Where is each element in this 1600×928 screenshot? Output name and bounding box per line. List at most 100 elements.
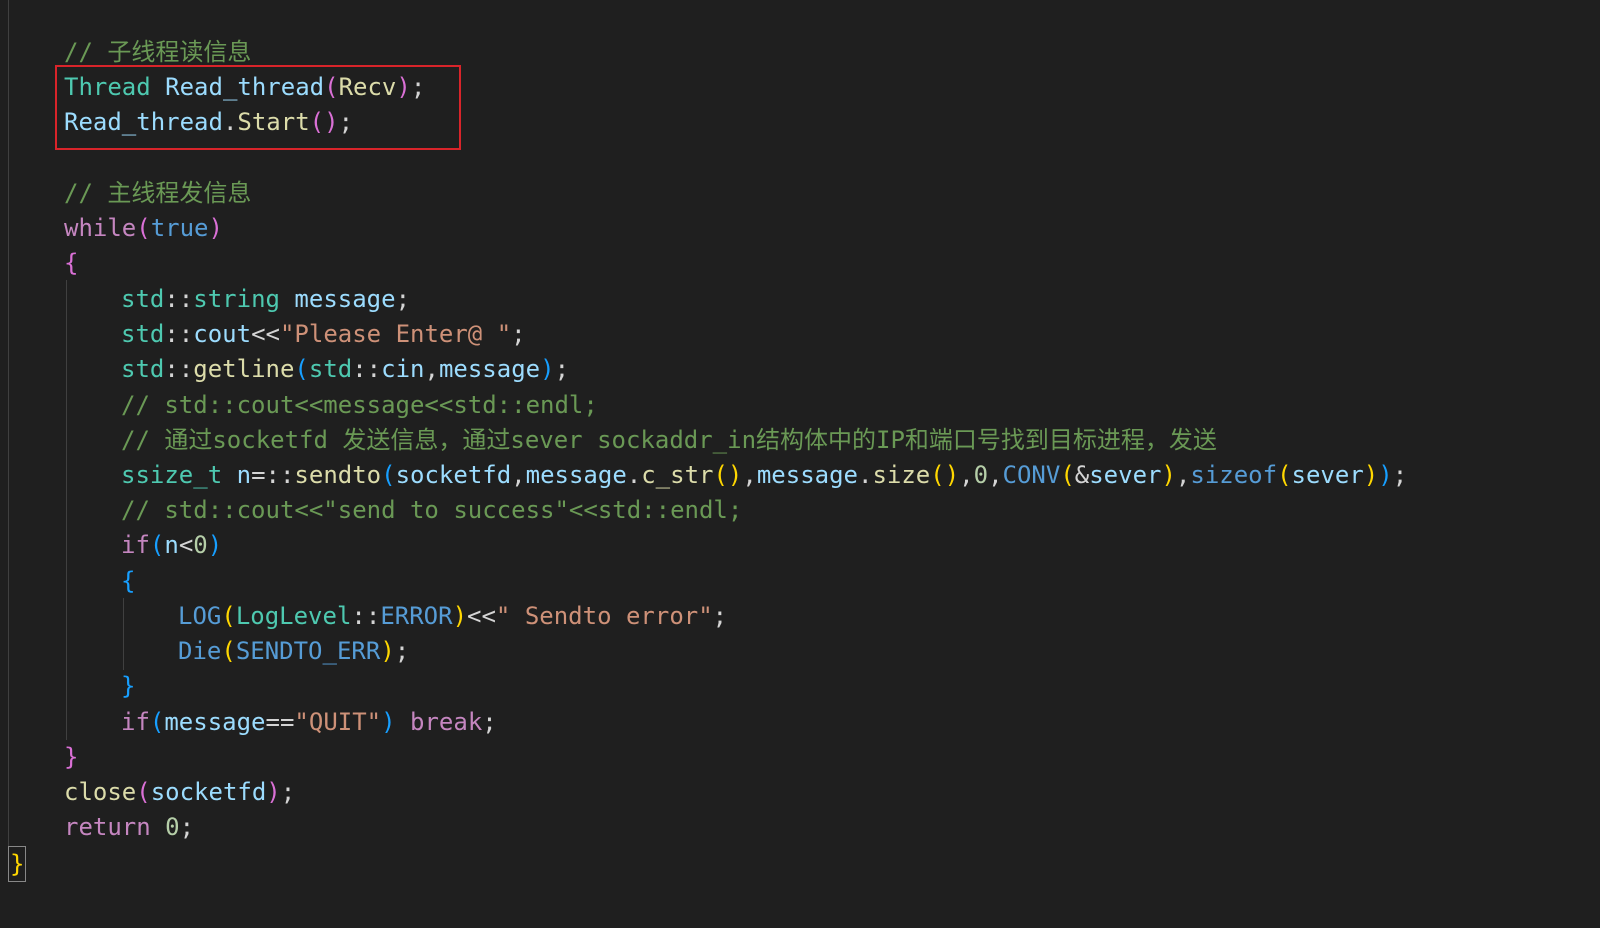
code-token: sever	[1291, 461, 1364, 489]
code-token: socketfd	[150, 778, 267, 806]
code-token: ;	[511, 320, 526, 348]
code-token: )	[1161, 461, 1176, 489]
code-token: CONV	[1002, 461, 1061, 489]
code-token: )	[380, 637, 395, 665]
code-line[interactable]: // std::cout<<message<<std::endl;	[121, 387, 598, 423]
code-token: while	[64, 214, 137, 242]
code-token: ,	[742, 461, 757, 489]
code-token: string	[193, 285, 280, 313]
code-token: (	[294, 355, 309, 383]
code-token: )	[207, 531, 223, 559]
code-token: // std::cout<<message<<std::endl;	[121, 391, 598, 419]
code-line[interactable]: close(socketfd);	[64, 774, 295, 810]
code-token: ::	[351, 602, 381, 630]
code-editor[interactable]: // 子线程读信息 Thread Read_thread(Recv); Read_t…	[0, 0, 1600, 928]
code-token: (	[221, 602, 236, 630]
code-line[interactable]: ssize_t n=::sendto(socketfd,message.c_st…	[121, 457, 1407, 493]
code-token: ERROR	[380, 602, 453, 630]
function-closing-brace[interactable]: }	[8, 846, 27, 882]
code-token: size	[872, 461, 931, 489]
code-token: 0	[973, 461, 989, 489]
highlight-annotation-box	[55, 65, 461, 150]
code-line[interactable]: return 0;	[64, 809, 194, 845]
code-token: ;	[395, 285, 411, 313]
code-line[interactable]: LOG(LogLevel::ERROR)<<" Sendto error";	[178, 598, 727, 634]
code-line[interactable]: }	[121, 668, 135, 704]
code-token: (	[149, 531, 165, 559]
code-token: "Please Enter@ "	[279, 320, 512, 348]
code-token: (	[136, 214, 151, 242]
code-token: ==	[265, 708, 295, 736]
code-token: =::	[251, 461, 295, 489]
code-token: .	[626, 461, 642, 489]
code-token: // 主线程发信息	[64, 179, 252, 207]
code-token: close	[64, 778, 137, 806]
code-token: (	[149, 708, 165, 736]
code-token: ::	[352, 355, 382, 383]
code-token: ,	[511, 461, 526, 489]
code-token: sendto	[294, 461, 382, 489]
code-token: }	[121, 672, 136, 700]
code-line[interactable]: std::getline(std::cin,message);	[121, 351, 569, 387]
code-token: ,	[988, 461, 1003, 489]
code-token: return	[64, 813, 151, 841]
code-token: {	[64, 249, 79, 277]
code-token: 0	[193, 531, 208, 559]
code-token: n	[164, 531, 179, 559]
code-token: (	[1060, 461, 1075, 489]
code-token: std	[121, 285, 165, 313]
code-token: <<	[251, 320, 280, 348]
code-token: .	[858, 461, 873, 489]
code-line[interactable]: {	[64, 245, 78, 281]
code-token: LOG	[178, 602, 222, 630]
code-token: 0	[165, 813, 180, 841]
code-token: ()	[713, 461, 743, 489]
code-token: socketfd	[395, 461, 512, 489]
code-token: ;	[394, 637, 410, 665]
code-token: SENDTO_ERR	[235, 637, 381, 665]
code-token: (	[1277, 461, 1292, 489]
code-token: {	[121, 567, 136, 595]
code-token: cout	[193, 320, 252, 348]
code-token: ,	[959, 461, 974, 489]
code-line[interactable]: }	[64, 739, 78, 775]
code-token: ,	[424, 355, 439, 383]
code-token: std	[121, 320, 165, 348]
code-token: n	[236, 461, 252, 489]
code-line[interactable]: std::cout<<"Please Enter@ ";	[121, 316, 526, 352]
code-token: message	[756, 461, 858, 489]
code-token: LogLevel	[235, 602, 352, 630]
code-token: true	[150, 214, 209, 242]
code-token: std	[121, 355, 165, 383]
code-token: )	[452, 602, 468, 630]
code-token: Die	[178, 637, 222, 665]
code-line[interactable]: if(message=="QUIT") break;	[121, 704, 497, 740]
code-line[interactable]: while(true)	[64, 210, 223, 246]
if-block-indent-guide	[123, 598, 124, 670]
code-line[interactable]: // 通过socketfd 发送信息，通过sever sockaddr_in结构…	[121, 422, 1217, 458]
code-token: ;	[482, 708, 497, 736]
code-token: (	[136, 778, 151, 806]
code-token: )	[540, 355, 555, 383]
code-token: )	[208, 214, 223, 242]
code-token: std	[308, 355, 353, 383]
code-token: sizeof	[1190, 461, 1278, 489]
code-line[interactable]: Die(SENDTO_ERR);	[178, 633, 409, 669]
code-token: ::	[164, 285, 194, 313]
code-token: // 通过socketfd 发送信息，通过sever sockaddr_in结构…	[121, 426, 1217, 454]
code-line[interactable]: if(n<0)	[121, 527, 222, 563]
code-token: ;	[179, 813, 195, 841]
code-line[interactable]: std::string message;	[121, 281, 410, 317]
code-line[interactable]: {	[121, 563, 135, 599]
code-token: ;	[280, 778, 296, 806]
code-token: // 子线程读信息	[64, 38, 252, 66]
code-token: <<	[467, 602, 496, 630]
code-token: )	[266, 778, 281, 806]
code-token: c_str	[641, 461, 714, 489]
code-line[interactable]: // std::cout<<"send to success"<<std::en…	[121, 492, 742, 528]
code-line[interactable]: // 主线程发信息	[64, 175, 251, 211]
